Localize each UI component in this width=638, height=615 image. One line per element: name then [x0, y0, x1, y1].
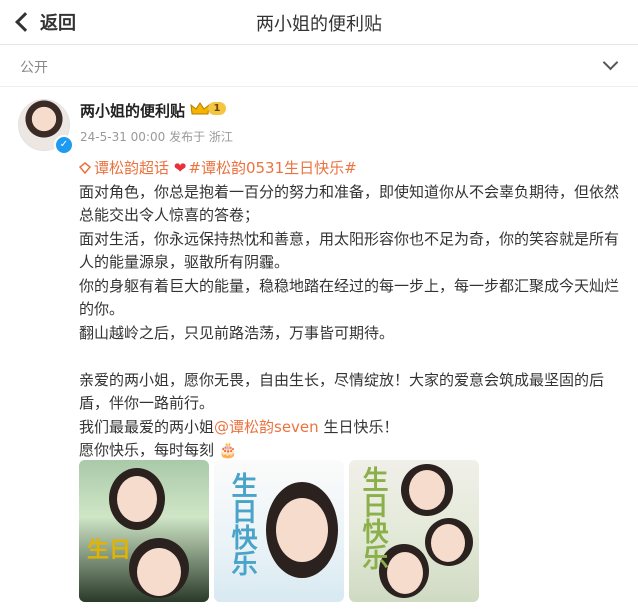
content-line: 面对生活，你永远保持热忱和善意，用太阳形容你也不足为奇，你的笑容就是所有人的能量…	[79, 229, 620, 272]
chevron-down-icon	[602, 54, 619, 71]
author-name[interactable]: 两小姐的便利贴	[80, 100, 185, 121]
content-line: 亲爱的两小姐，愿你无畏，自由生长，尽情绽放！大家的爱意会筑成最坚固的后盾，伴你一…	[79, 370, 605, 413]
visibility-selector[interactable]: 公开	[0, 45, 638, 87]
verified-badge-icon: ✓	[54, 135, 74, 155]
image-text: 生日快乐	[227, 472, 257, 576]
image-text: 生日快乐	[358, 466, 388, 570]
mention-line: 我们最最爱的两小姐@谭松韵seven 生日快乐！	[79, 416, 627, 440]
visibility-label: 公开	[20, 60, 48, 76]
image-grid: 生日 生日快乐 生日快乐	[79, 460, 499, 602]
content-line: 你的身躯有着巨大的能量，稳稳地踏在经过的每一步上，每一步都汇聚成今天灿烂的你。	[79, 276, 620, 319]
photo-thumbnail-2[interactable]: 生日快乐	[214, 460, 344, 602]
page-title: 两小姐的便利贴	[256, 14, 382, 35]
content-line-last: 愿你快乐，每时每刻 🎂	[79, 441, 238, 459]
cake-icon: 🎂	[214, 441, 238, 459]
content-line: 翻山越岭之后，只见前路浩荡，万事皆可期待。	[79, 323, 395, 342]
top-bar: 返回 两小姐的便利贴	[0, 0, 638, 45]
heart-icon: ❤	[173, 159, 187, 177]
mention-suffix: 生日快乐！	[318, 417, 399, 436]
post-meta: 24-5-31 00:00 发布于 浙江	[80, 128, 233, 145]
image-text: 生日	[87, 537, 132, 563]
post-date: 24-5-31 00:00	[80, 130, 166, 144]
post-content: 谭松韵超话 ❤ #谭松韵0531生日快乐# 面对角色，你总是抱着一百分的努力和准备…	[79, 157, 627, 463]
level-badge: 1	[208, 102, 226, 115]
post-source: 发布于 浙江	[169, 130, 233, 144]
mention-prefix: 我们最最爱的两小姐	[79, 417, 215, 436]
crown-icon	[190, 102, 210, 115]
photo-thumbnail-1[interactable]: 生日	[79, 460, 209, 602]
photo-thumbnail-3[interactable]: 生日快乐	[349, 460, 479, 602]
content-line: 面对角色，你总是抱着一百分的努力和准备，即使知道你从不会辜负期待，但依然总能交出…	[79, 182, 620, 225]
mention-link[interactable]: @谭松韵seven	[214, 418, 319, 436]
hashtag-link[interactable]: #谭松韵0531生日快乐#	[188, 159, 356, 177]
supertopic-icon	[79, 162, 91, 174]
supertopic-link[interactable]: 谭松韵超话	[79, 159, 169, 177]
supertopic-label: 谭松韵超话	[94, 159, 170, 177]
